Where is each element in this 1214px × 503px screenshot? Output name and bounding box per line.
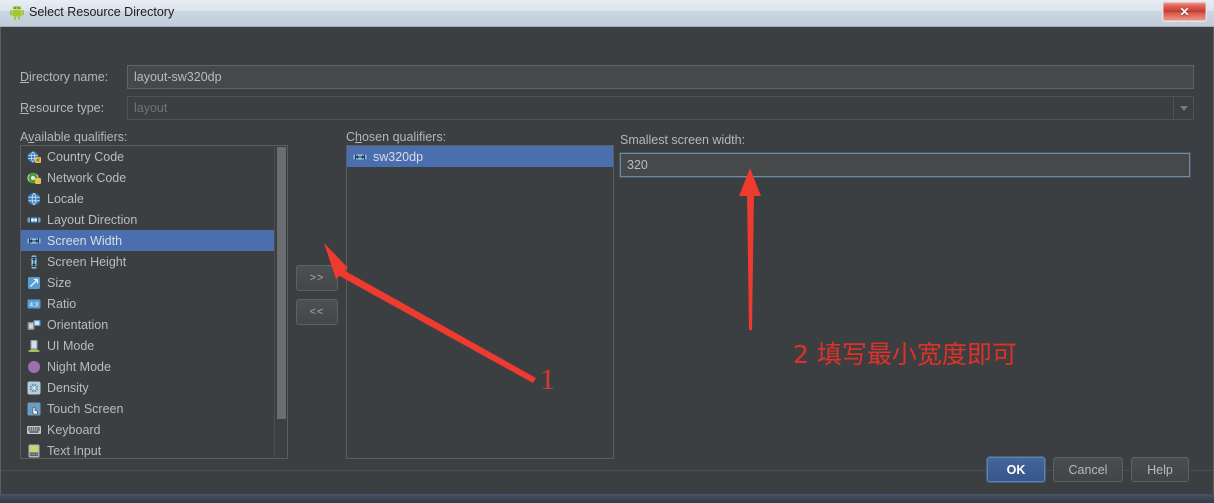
list-item[interactable]: Text Input <box>21 440 287 458</box>
help-button-label: Help <box>1147 462 1173 477</box>
country-code-icon: # <box>26 149 42 165</box>
list-item-label: Country Code <box>47 149 125 164</box>
list-item-label: Keyboard <box>47 422 101 437</box>
window-title: Select Resource Directory <box>29 5 175 19</box>
list-item-label: Density <box>47 380 89 395</box>
list-item[interactable]: UI Mode <box>21 335 287 356</box>
list-item[interactable]: Touch Screen <box>21 398 287 419</box>
android-robot-icon <box>9 5 25 21</box>
window-bottom-shadow <box>0 494 1214 503</box>
screen-height-icon <box>26 254 42 270</box>
resource-type-value: layout <box>134 101 168 115</box>
list-item-label: Orientation <box>47 317 109 332</box>
list-item[interactable]: Network Code <box>21 167 287 188</box>
locale-globe-icon <box>26 191 42 207</box>
available-list-scrollbar[interactable] <box>274 146 287 458</box>
remove-qualifier-button[interactable]: << <box>296 299 338 325</box>
keyboard-icon <box>26 422 42 438</box>
available-qualifiers-viewport: # Country Code Network Code Locale Layout Di… <box>21 146 287 458</box>
smallest-screen-width-input[interactable]: 320 <box>620 153 1190 177</box>
add-qualifier-label: >> <box>309 272 325 284</box>
list-item-label: UI Mode <box>47 338 95 353</box>
list-item[interactable]: # Country Code <box>21 146 287 167</box>
list-item-label: Layout Direction <box>47 212 138 227</box>
chosen-qualifiers-viewport: sw320dp <box>347 146 613 458</box>
list-item-label: Night Mode <box>47 359 111 374</box>
list-item[interactable]: 4:3 Ratio <box>21 293 287 314</box>
directory-name-label: Directory name: <box>20 70 109 84</box>
size-icon <box>26 275 42 291</box>
touch-screen-icon <box>26 401 42 417</box>
chevron-down-icon[interactable] <box>1173 97 1193 119</box>
list-item[interactable]: Size <box>21 272 287 293</box>
help-button[interactable]: Help <box>1131 457 1189 482</box>
list-item-label: sw320dp <box>373 149 424 164</box>
list-item-label: Locale <box>47 191 84 206</box>
list-item-label: Ratio <box>47 296 77 311</box>
available-qualifiers-list[interactable]: # Country Code Network Code Locale Layout Di… <box>20 145 288 459</box>
list-item[interactable]: sw320dp <box>347 146 613 167</box>
list-item-label: Screen Width <box>47 233 123 248</box>
list-item-label: Size <box>47 275 72 290</box>
resource-type-label: Resource type: <box>20 101 105 115</box>
svg-text:4:3: 4:3 <box>30 301 39 308</box>
directory-name-value: layout-sw320dp <box>134 70 222 84</box>
close-icon: ✕ <box>1179 4 1190 19</box>
smallest-screen-width-value: 320 <box>627 158 648 172</box>
orientation-icon <box>26 317 42 333</box>
ui-mode-icon <box>26 338 42 354</box>
available-qualifiers-label: Available qualifiers: <box>20 130 128 144</box>
chosen-qualifiers-label: Chosen qualifiers: <box>346 130 447 144</box>
screen-width-icon <box>26 233 42 249</box>
text-input-icon <box>26 443 42 459</box>
list-item-label: Touch Screen <box>47 401 124 416</box>
list-item[interactable]: Density <box>21 377 287 398</box>
list-item[interactable]: Screen Height <box>21 251 287 272</box>
title-bar: Select Resource Directory ✕ <box>0 0 1214 27</box>
layout-direction-icon <box>26 212 42 228</box>
list-item[interactable]: Night Mode <box>21 356 287 377</box>
list-item[interactable]: Orientation <box>21 314 287 335</box>
available-list-scrollbar-thumb[interactable] <box>277 147 286 419</box>
list-item[interactable]: Screen Width <box>21 230 287 251</box>
cancel-button-label: Cancel <box>1068 462 1108 477</box>
select-resource-directory-dialog: Select Resource Directory ✕ Directory na… <box>0 0 1214 494</box>
density-icon <box>26 380 42 396</box>
directory-name-input[interactable]: layout-sw320dp <box>127 65 1194 89</box>
remove-qualifier-label: << <box>309 306 325 318</box>
ok-button-label: OK <box>1006 462 1026 477</box>
network-code-icon <box>26 170 42 186</box>
list-item-label: Text Input <box>47 443 102 458</box>
list-item-label: Screen Height <box>47 254 127 269</box>
dialog-body: Directory name: layout-sw320dp Resource … <box>0 27 1214 494</box>
list-item[interactable]: Layout Direction <box>21 209 287 230</box>
chosen-qualifiers-list[interactable]: sw320dp <box>346 145 614 459</box>
list-item[interactable]: Keyboard <box>21 419 287 440</box>
ratio-icon: 4:3 <box>26 296 42 312</box>
resource-type-combo[interactable]: layout <box>127 96 1194 120</box>
night-mode-icon <box>26 359 42 375</box>
annotation-step-2: 2 填写最小宽度即可 <box>793 340 1017 369</box>
cancel-button[interactable]: Cancel <box>1053 457 1123 482</box>
screen-width-icon <box>352 149 368 165</box>
smallest-screen-width-label: Smallest screen width: <box>620 133 746 147</box>
list-item-label: Network Code <box>47 170 127 185</box>
annotation-step-1: 1 <box>540 363 555 396</box>
ok-button[interactable]: OK <box>987 457 1045 482</box>
close-window-button[interactable]: ✕ <box>1162 1 1207 22</box>
add-qualifier-button[interactable]: >> <box>296 265 338 291</box>
list-item[interactable]: Locale <box>21 188 287 209</box>
